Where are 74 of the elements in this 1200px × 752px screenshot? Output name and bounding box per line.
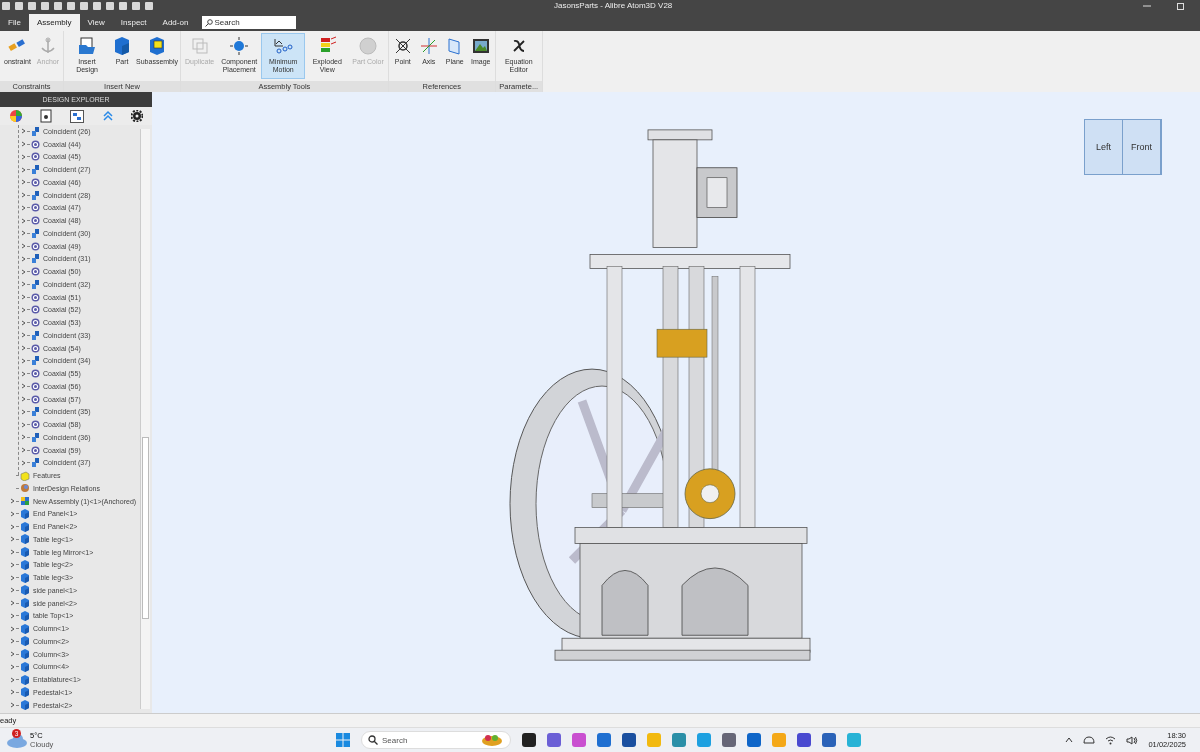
coaxial-icon: [31, 267, 40, 277]
disc-icon: [358, 36, 378, 56]
part-icon: [20, 508, 30, 519]
chevron-up-icon[interactable]: [1065, 737, 1074, 743]
part-icon: [20, 687, 30, 698]
coincident-icon: [31, 165, 40, 175]
start-icon[interactable]: [336, 733, 350, 747]
coincident-icon: [31, 126, 40, 136]
image-icon: [470, 36, 491, 56]
window-title: JasonsParts - Alibre Atom3D V28: [554, 0, 673, 12]
part-icon: [20, 598, 30, 609]
coaxial-icon: [31, 343, 40, 353]
part-icon: [20, 559, 30, 570]
app-icon[interactable]: [797, 733, 811, 747]
app-icon[interactable]: [622, 733, 636, 747]
color-wheel-icon[interactable]: [8, 109, 23, 123]
part-icon: [20, 636, 30, 647]
coaxial-icon: [31, 177, 40, 187]
part-icon: [20, 610, 30, 621]
settings-icon[interactable]: [131, 110, 144, 122]
cube-face[interactable]: Front: [1123, 120, 1161, 174]
coincident-icon: [31, 356, 40, 366]
cloud-icon[interactable]: [6, 732, 28, 748]
coincident-icon: [31, 190, 40, 200]
part-icon: [20, 534, 30, 545]
taskbar-search[interactable]: Search: [361, 731, 511, 749]
scrollbar[interactable]: [140, 129, 150, 709]
restore-icon[interactable]: [1176, 1, 1186, 11]
coincident-icon: [31, 279, 40, 289]
speaker-icon[interactable]: [1126, 735, 1139, 745]
coincident-icon: [31, 407, 40, 417]
ribbon-tab[interactable]: View: [79, 14, 113, 31]
part-icon: [20, 674, 30, 685]
ribbon-tab[interactable]: Assembly: [28, 14, 80, 31]
part-icon: [20, 649, 30, 660]
relations-icon: [20, 483, 30, 494]
folder-icon: [20, 470, 30, 481]
coaxial-icon: [31, 420, 40, 430]
part-icon: [20, 572, 30, 583]
coaxial-icon: [31, 241, 40, 251]
coaxial-icon: [31, 445, 40, 455]
crosshair-icon: [229, 36, 250, 56]
view-cube[interactable]: Left Front: [1084, 119, 1162, 175]
part-icon: [20, 661, 30, 672]
duplicate-icon: [189, 36, 210, 56]
wifi-icon[interactable]: [1105, 735, 1117, 745]
ribbon-tab[interactable]: Add-on: [154, 14, 197, 31]
motion-icon: [273, 36, 294, 56]
coincident-icon: [31, 254, 40, 264]
cube-face[interactable]: Left: [1085, 120, 1123, 174]
coincident-icon: [31, 432, 40, 442]
assembly-icon: [20, 496, 30, 507]
cloud-icon[interactable]: [1083, 736, 1096, 744]
ribbon-tab[interactable]: Inspect: [112, 14, 155, 31]
document-icon[interactable]: [40, 109, 53, 123]
folder-icon: [77, 36, 98, 56]
fruit-bowl-icon: [481, 733, 503, 747]
search-icon: [205, 18, 214, 27]
ribbon-tab[interactable]: File: [0, 14, 29, 31]
part-icon: [20, 700, 30, 711]
part-icon: [20, 585, 30, 596]
coincident-icon: [31, 228, 40, 238]
search-field[interactable]: Search: [202, 16, 297, 29]
app-icon[interactable]: [522, 733, 536, 747]
axis-icon: [418, 36, 439, 56]
part-icon: [20, 547, 30, 558]
part-icon: [20, 521, 30, 532]
collapse-icon[interactable]: [101, 110, 114, 122]
app-icon[interactable]: [822, 733, 836, 747]
tree-view-icon[interactable]: [70, 109, 84, 123]
search-icon: [368, 735, 378, 745]
coincident-icon: [31, 330, 40, 340]
part-icon: [20, 623, 30, 634]
coincident-icon: [31, 458, 40, 468]
